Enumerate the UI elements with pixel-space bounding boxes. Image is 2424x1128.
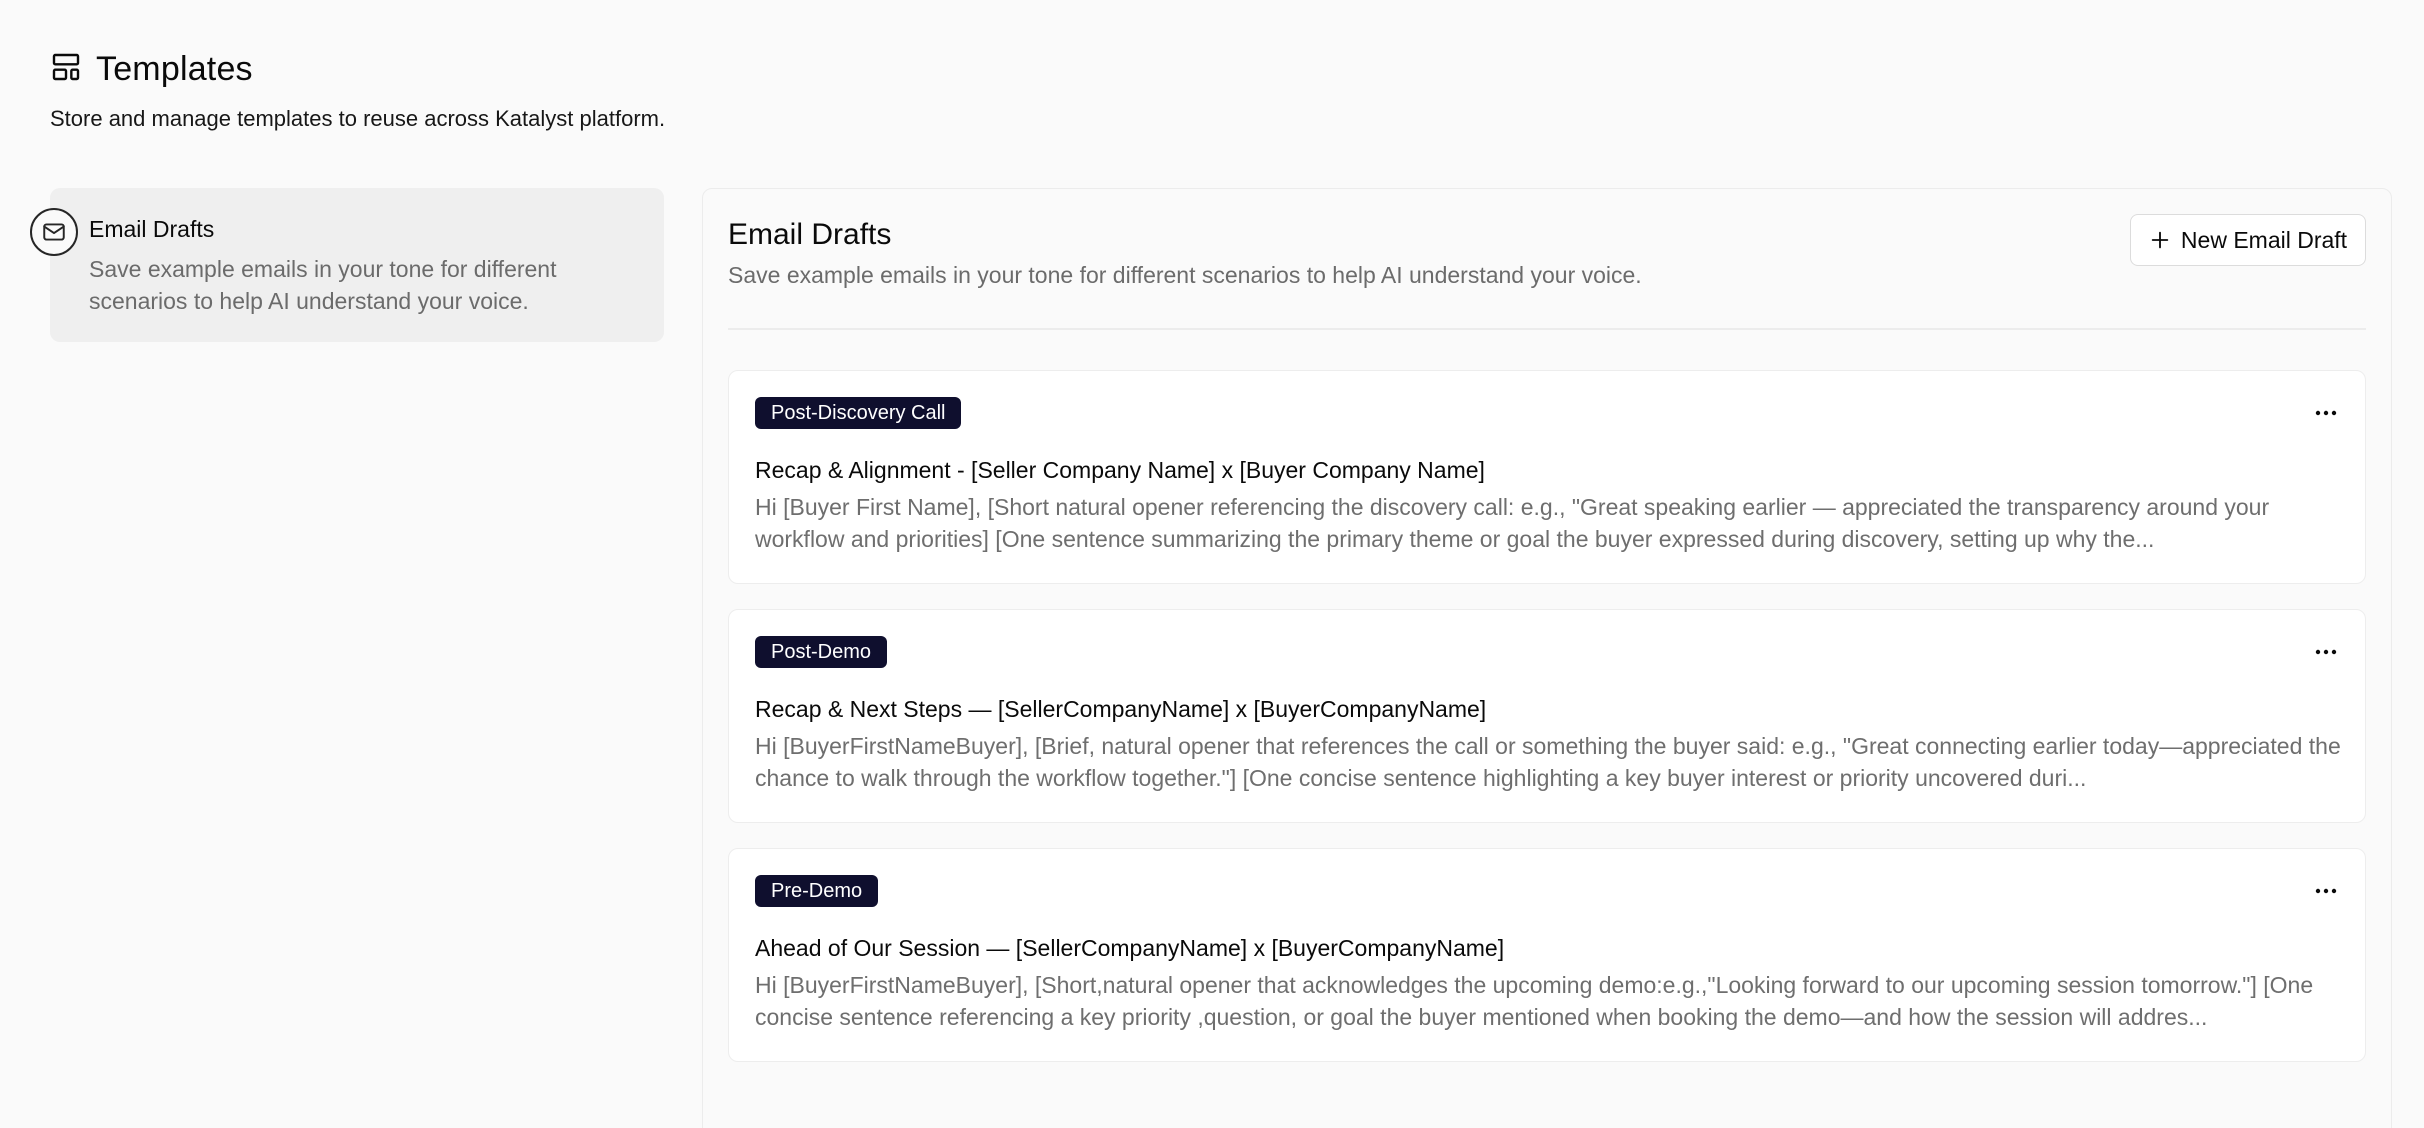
draft-tag-badge: Post-Demo [755,636,888,668]
draft-subject: Ahead of Our Session — [SellerCompanyNam… [755,935,1505,961]
draft-preview: Hi [Buyer First Name], [Short natural op… [755,494,2270,552]
templates-page: Templates Store and manage templates to … [0,0,2424,1128]
mail-icon [30,208,78,256]
page-subtitle: Store and manage templates to reuse acro… [50,106,666,131]
draft-preview: Hi [BuyerFirstNameBuyer], [Short,natural… [755,972,2314,1030]
more-options-button[interactable] [2309,401,2343,425]
new-email-draft-label: New Email Draft [2180,226,2348,253]
sidebar-item-label: Email Drafts [89,216,215,242]
draft-subject: Recap & Alignment - [Seller Company Name… [755,457,1485,483]
more-horizontal-icon [2315,410,2337,416]
page-header: Templates [50,50,253,89]
page-title: Templates [96,50,253,88]
section-divider [728,328,2366,330]
sidebar-item-description: Save example emails in your tone for dif… [89,256,557,314]
draft-tag-badge: Post-Discovery Call [755,397,962,429]
email-draft-card[interactable]: Pre-Demo Ahead of Our Session — [SellerC… [728,848,2366,1062]
section-title: Email Drafts [728,218,892,251]
layout-template-icon [50,51,82,88]
more-horizontal-icon [2315,649,2337,655]
title-row: Templates [50,50,253,89]
plus-icon [2151,231,2169,249]
section-description: Save example emails in your tone for dif… [728,262,1642,288]
email-draft-card[interactable]: Post-Demo Recap & Next Steps — [SellerCo… [728,609,2366,823]
email-draft-card[interactable]: Post-Discovery Call Recap & Alignment - … [728,370,2366,584]
draft-preview: Hi [BuyerFirstNameBuyer], [Brief, natura… [755,733,2341,791]
more-horizontal-icon [2315,888,2337,894]
new-email-draft-button[interactable]: New Email Draft [2130,214,2366,266]
draft-subject: Recap & Next Steps — [SellerCompanyName]… [755,696,1487,722]
more-options-button[interactable] [2309,879,2343,903]
draft-tag-badge: Pre-Demo [755,875,879,907]
more-options-button[interactable] [2309,640,2343,664]
